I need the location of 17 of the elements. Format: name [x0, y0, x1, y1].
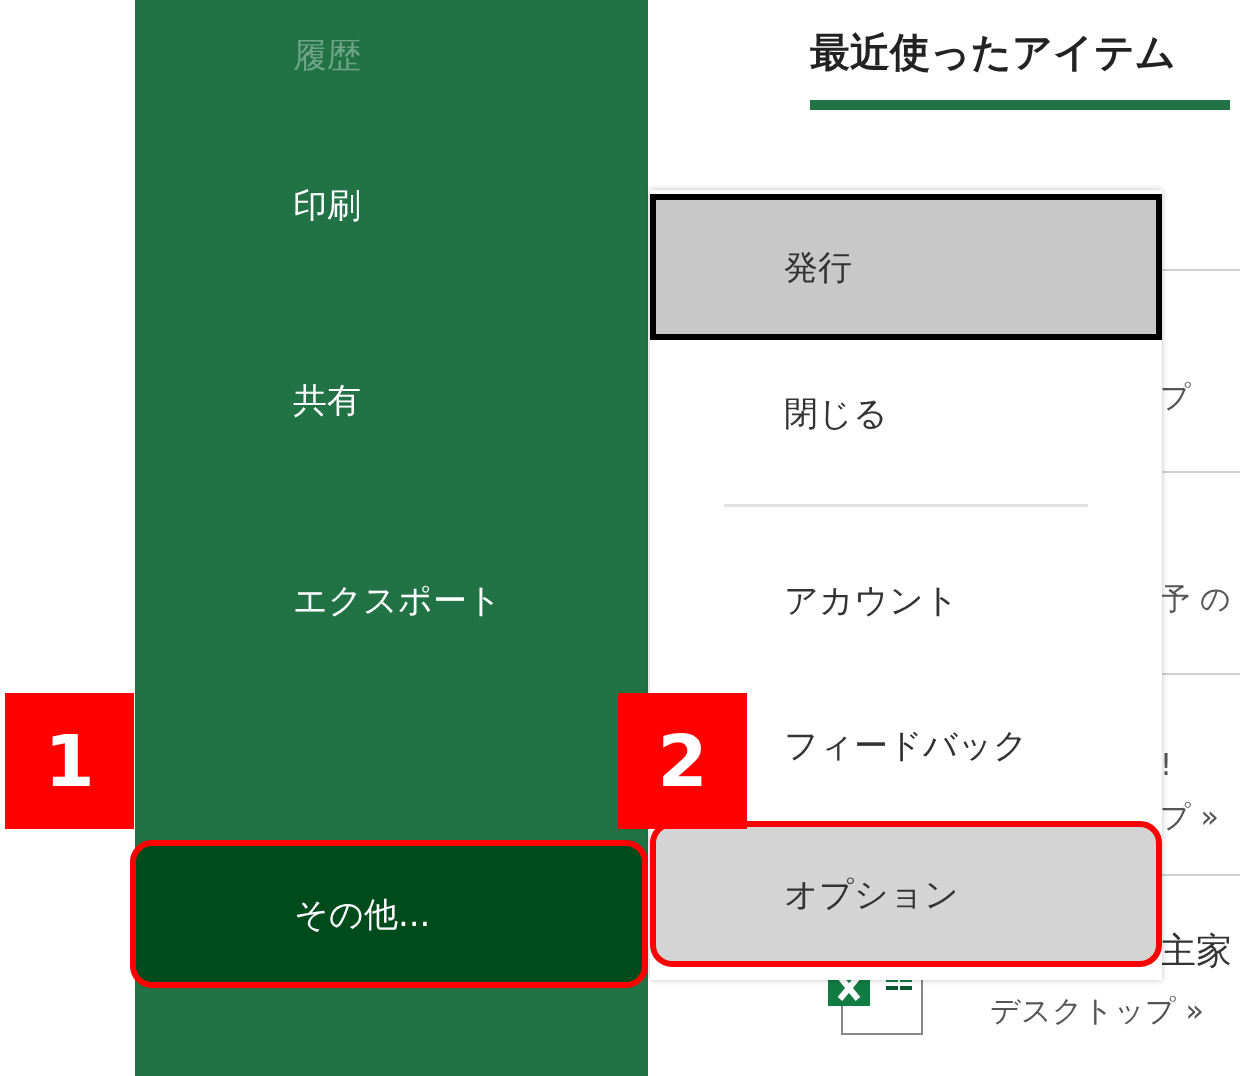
sidebar-item[interactable]: 共有 — [135, 300, 648, 500]
tab[interactable]: 最近使ったアイテム — [810, 22, 1230, 110]
menu-item[interactable]: 閉じる — [784, 340, 888, 486]
location-text: デスクトップ » — [990, 992, 1204, 1031]
menu-item[interactable]: 発行 — [650, 194, 1162, 340]
sidebar-item[interactable]: 印刷 — [135, 110, 648, 300]
recent-item-text: プ — [1160, 378, 1192, 417]
recent-item-text: 予 の — [1160, 580, 1232, 619]
file-name: 主家 — [1160, 929, 1232, 974]
step-badge: 1 — [5, 693, 134, 829]
recent-item-text: ! — [1160, 746, 1174, 785]
menu-item[interactable]: アカウント — [784, 525, 959, 675]
menu-item[interactable]: フィードバック — [784, 675, 1028, 815]
menu-item[interactable]: オプション — [650, 821, 1162, 967]
recent-item-text: プ » — [1160, 798, 1220, 837]
step-badge: 2 — [618, 693, 747, 829]
sidebar-item[interactable]: その他... — [130, 840, 648, 988]
